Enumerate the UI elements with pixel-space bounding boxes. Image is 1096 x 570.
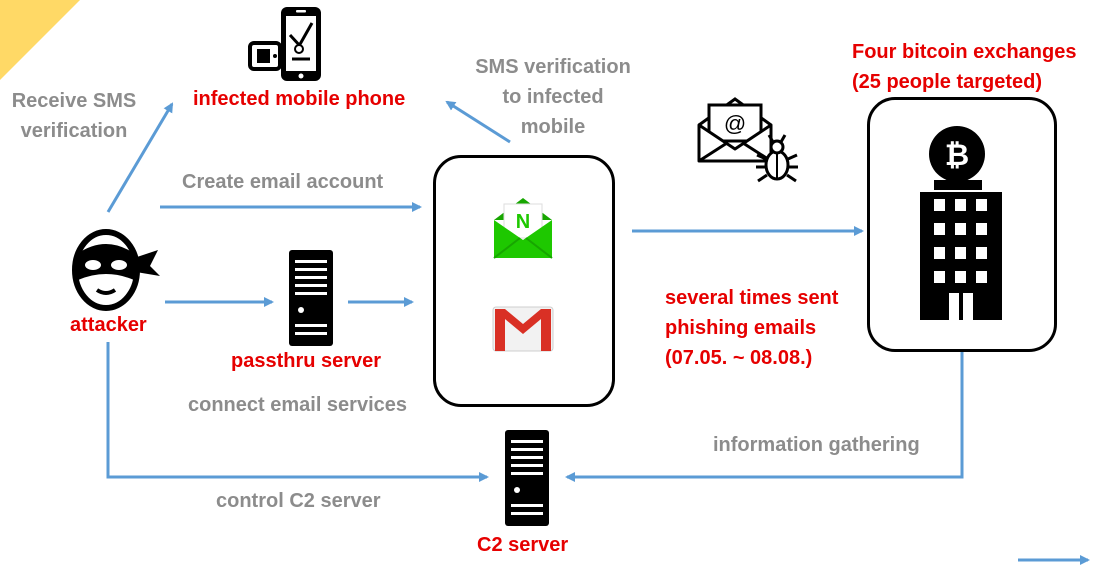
c2-server-icon <box>505 430 549 526</box>
attacker-icon <box>72 229 160 311</box>
email-at-symbol: @ <box>724 111 746 136</box>
exchanges-label: Four bitcoin exchanges (25 people target… <box>852 41 1077 93</box>
bitcoin-building-icon: ₿ <box>920 126 1002 320</box>
info-gathering-label: information gathering <box>713 434 920 456</box>
passthru-server-label: passthru server <box>231 350 382 372</box>
phishing-label: several times sent phishing emails (07.0… <box>665 287 839 369</box>
bitcoin-symbol: ₿ <box>945 138 969 173</box>
naver-letter: N <box>516 211 530 233</box>
email-bug-icon: @ <box>697 97 798 183</box>
control-c2-label: control C2 server <box>216 490 381 512</box>
create-email-label: Create email account <box>182 171 384 193</box>
gmail-icon <box>492 306 554 352</box>
sms-to-mobile-label: SMS verification to infected mobile <box>475 56 631 138</box>
connect-email-label: connect email services <box>188 394 408 416</box>
c2-server-label: C2 server <box>477 534 569 556</box>
infected-phone-icon <box>248 7 321 81</box>
receive-sms-label: Receive SMS verification <box>11 90 137 142</box>
naver-mail-icon: N <box>493 198 553 259</box>
passthru-server-icon <box>289 250 333 346</box>
attacker-label: attacker <box>70 314 147 336</box>
infected-phone-label: infected mobile phone <box>193 88 406 110</box>
